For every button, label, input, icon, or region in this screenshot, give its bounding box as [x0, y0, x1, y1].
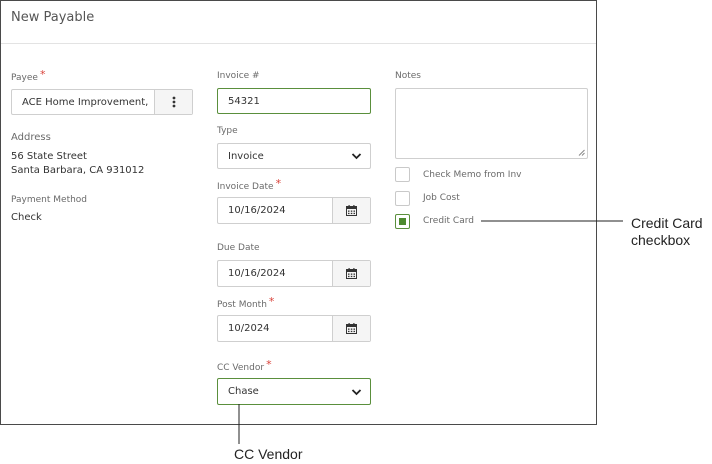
cc-vendor-callout: CC Vendor — [234, 446, 303, 462]
callout-lines — [238, 220, 623, 444]
credit-card-callout: Credit Card checkbox — [631, 215, 703, 249]
credit-card-callout-line1: Credit Card — [631, 215, 703, 231]
credit-card-callout-line2: checkbox — [631, 232, 691, 248]
